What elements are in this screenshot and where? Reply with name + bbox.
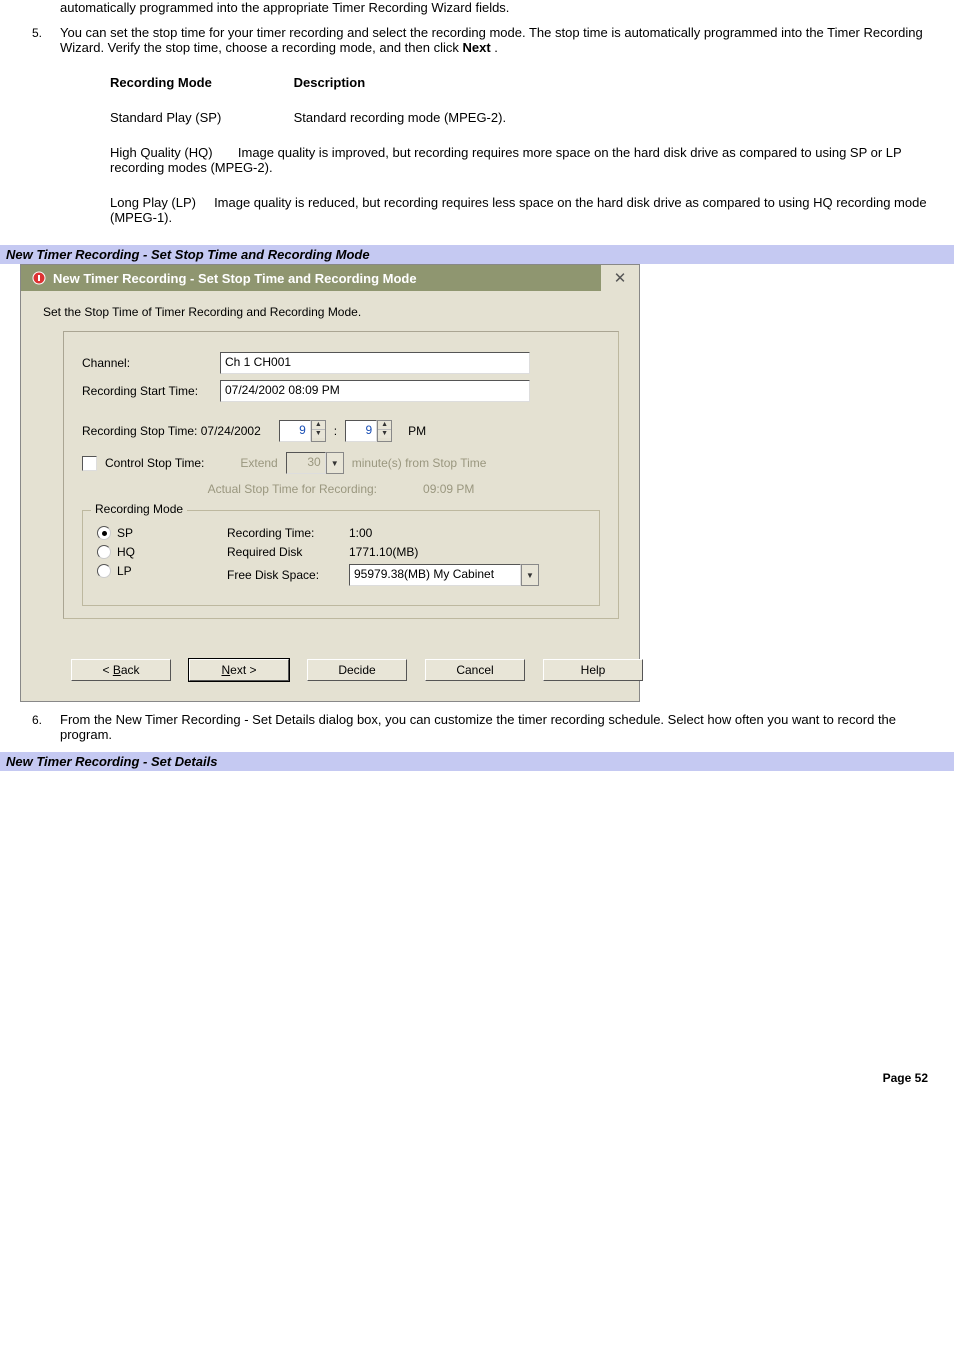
stop-minute-spinner[interactable]: 9 ▲▼ — [345, 420, 392, 442]
stop-time-label: Recording Stop Time: 07/24/2002 — [82, 424, 261, 438]
free-disk-combo[interactable]: 95979.38(MB) My Cabinet ▼ — [349, 564, 539, 586]
radio-icon[interactable] — [97, 564, 111, 578]
stop-hour-spinner[interactable]: 9 ▲▼ — [279, 420, 326, 442]
back-button[interactable]: < Back — [71, 659, 171, 681]
control-stop-checkbox[interactable] — [82, 456, 97, 471]
table-header-mode: Recording Mode — [110, 75, 290, 90]
recording-time-label: Recording Time: — [227, 526, 337, 540]
time-separator: : — [334, 424, 337, 438]
caption-stop-time: New Timer Recording - Set Stop Time and … — [0, 245, 954, 264]
channel-value: Ch 1 CH001 — [220, 352, 530, 374]
recording-mode-group: Recording Mode SP HQ LP Recording Time: … — [82, 510, 600, 606]
step-6: 6. From the New Timer Recording - Set De… — [60, 712, 934, 742]
radio-icon[interactable] — [97, 545, 111, 559]
radio-icon[interactable] — [97, 526, 111, 540]
free-disk-label: Free Disk Space: — [227, 568, 337, 582]
intro-continued: automatically programmed into the approp… — [60, 0, 934, 15]
recording-time-value: 1:00 — [349, 526, 372, 540]
extend-suffix: minute(s) from Stop Time — [352, 456, 487, 470]
start-time-label: Recording Start Time: — [82, 384, 212, 398]
actual-stop-label: Actual Stop Time for Recording: — [208, 482, 377, 496]
table-row: High Quality (HQ) Image quality is impro… — [110, 145, 934, 175]
step-6-text: From the New Timer Recording - Set Detai… — [60, 712, 896, 742]
dialog-intro: Set the Stop Time of Timer Recording and… — [43, 305, 619, 319]
step-5-number: 5. — [32, 26, 42, 40]
app-icon — [31, 270, 47, 286]
table-row: Standard Play (SP) Standard recording mo… — [110, 110, 934, 125]
chevron-down-icon: ▼ — [326, 452, 344, 474]
window-title: New Timer Recording - Set Stop Time and … — [21, 265, 601, 291]
radio-hq[interactable]: HQ — [97, 545, 227, 559]
cancel-button[interactable]: Cancel — [425, 659, 525, 681]
recording-mode-table: Recording Mode Description Standard Play… — [110, 75, 934, 225]
actual-stop-value: 09:09 PM — [423, 482, 474, 496]
page-footer: Page 52 — [0, 1051, 954, 1105]
decide-button[interactable]: Decide — [307, 659, 407, 681]
radio-lp[interactable]: LP — [97, 564, 227, 578]
new-timer-recording-dialog: New Timer Recording - Set Stop Time and … — [20, 264, 640, 702]
help-button[interactable]: Help — [543, 659, 643, 681]
table-header-desc: Description — [294, 75, 366, 90]
required-disk-value: 1771.10(MB) — [349, 545, 418, 559]
titlebar: New Timer Recording - Set Stop Time and … — [21, 265, 639, 291]
step-6-number: 6. — [32, 713, 42, 727]
channel-label: Channel: — [82, 356, 212, 370]
step-5-text: You can set the stop time for your timer… — [60, 25, 923, 55]
required-disk-label: Required Disk — [227, 545, 337, 559]
dialog-inner: Channel: Ch 1 CH001 Recording Start Time… — [63, 331, 619, 619]
next-button[interactable]: Next > — [189, 659, 289, 681]
group-legend: Recording Mode — [91, 502, 187, 516]
close-icon[interactable]: ✕ — [601, 265, 639, 291]
spinner-arrows[interactable]: ▲▼ — [377, 420, 392, 442]
table-row: Long Play (LP) Image quality is reduced,… — [110, 195, 934, 225]
step-5: 5. You can set the stop time for your ti… — [60, 25, 934, 225]
control-stop-label: Control Stop Time: — [105, 456, 204, 470]
ampm-label: PM — [408, 424, 426, 438]
radio-sp[interactable]: SP — [97, 526, 227, 540]
chevron-down-icon[interactable]: ▼ — [521, 564, 539, 586]
caption-set-details: New Timer Recording - Set Details — [0, 752, 954, 771]
spinner-arrows[interactable]: ▲▼ — [311, 420, 326, 442]
start-time-value: 07/24/2002 08:09 PM — [220, 380, 530, 402]
extend-label: Extend — [240, 456, 277, 470]
extend-value-combo: 30 ▼ — [286, 452, 344, 474]
